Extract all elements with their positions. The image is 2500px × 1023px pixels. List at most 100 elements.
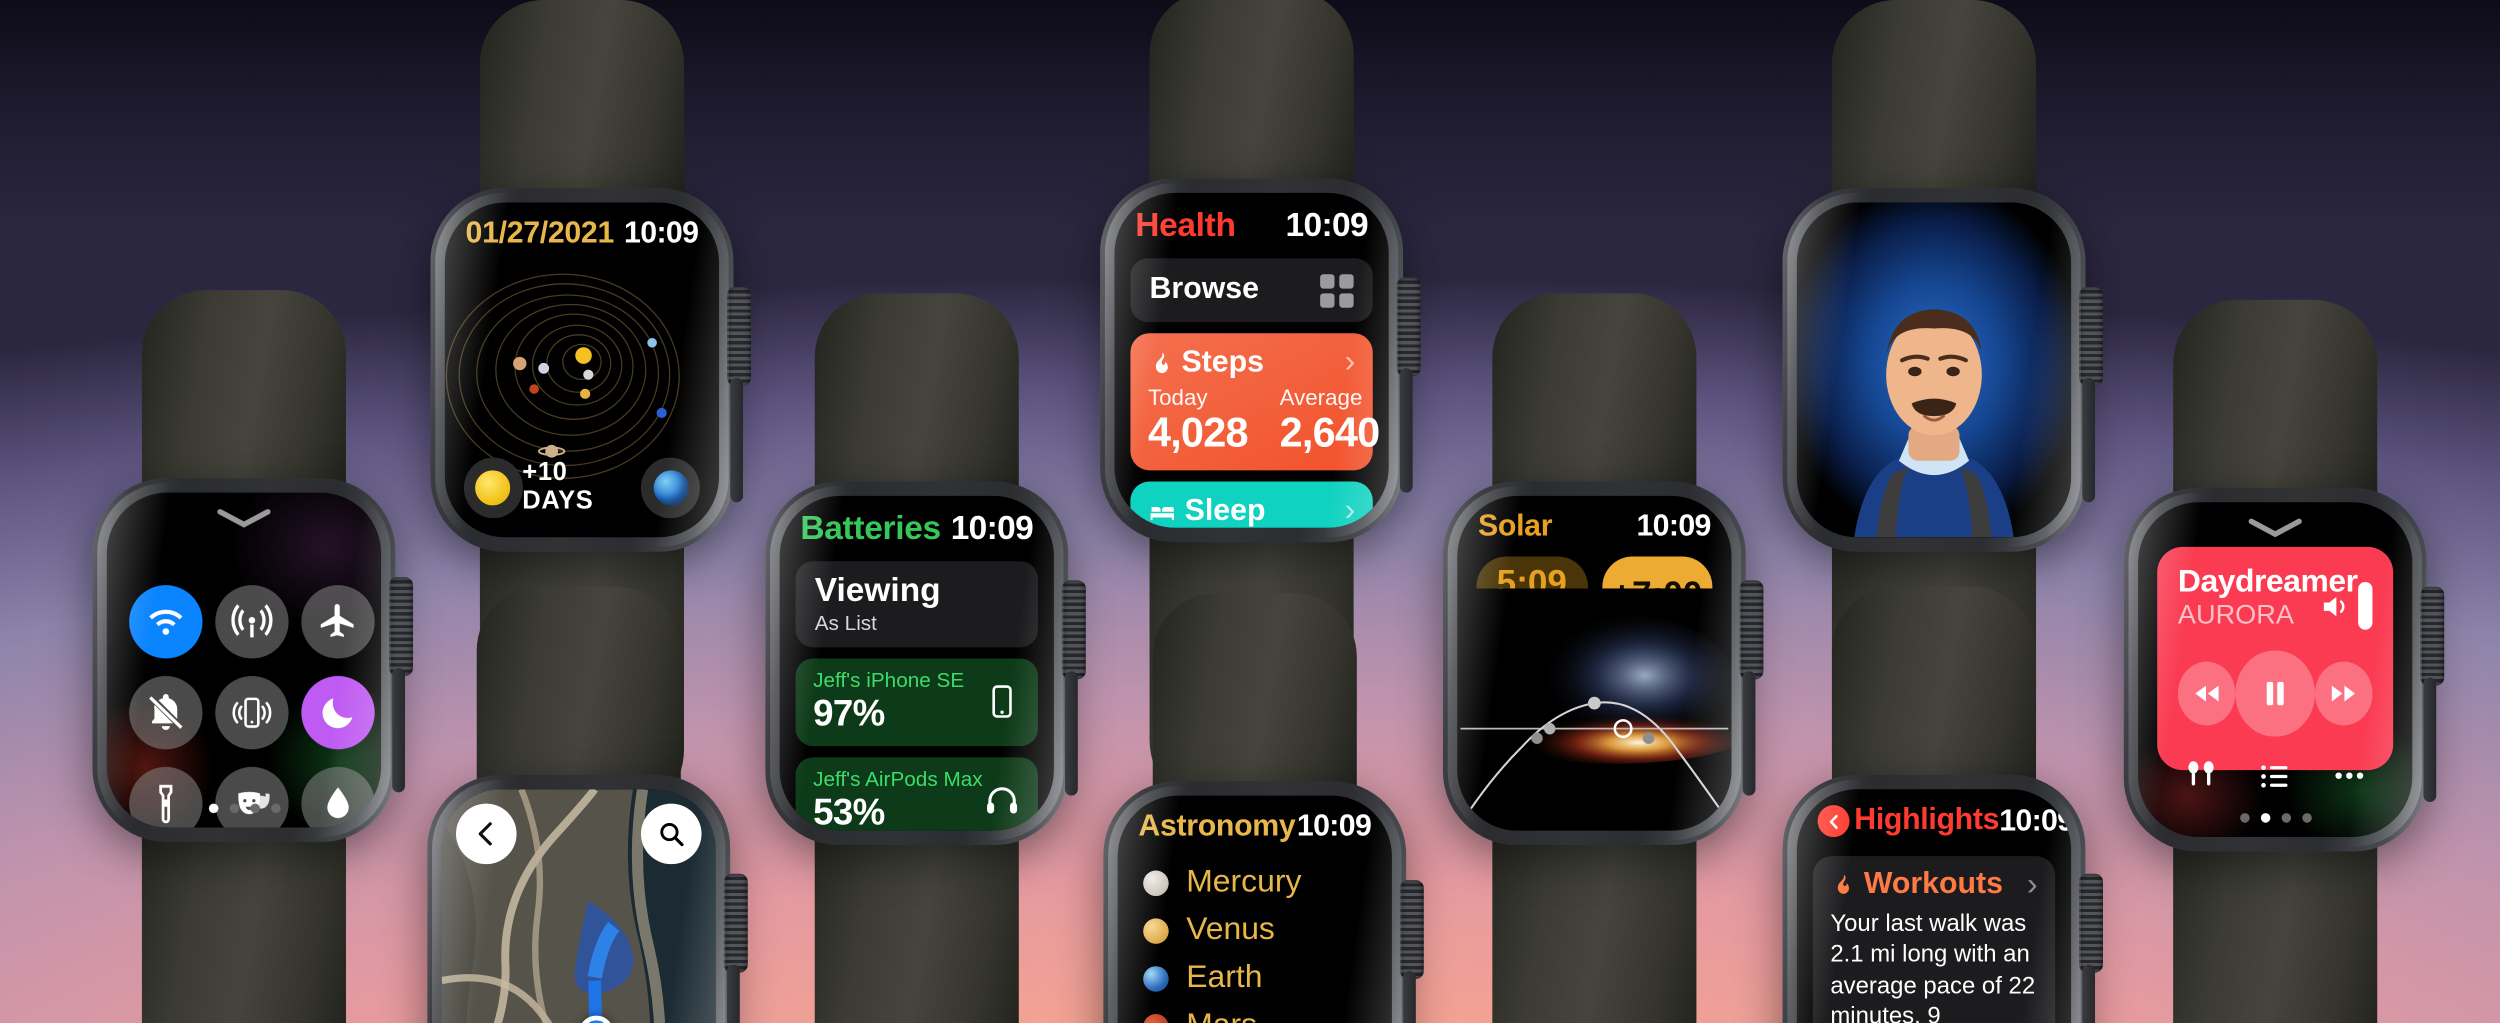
side-button[interactable] [2423,676,2437,802]
watch-ted-lasso: 10:09 “Smells like potential” [1782,0,2103,823]
back-button[interactable] [1817,805,1850,838]
side-button[interactable] [1403,970,1416,1023]
flame-icon [1837,874,1849,894]
search-icon [660,822,684,847]
silent-mode-toggle[interactable] [129,676,203,750]
wifi-icon [149,609,183,635]
clock: 10:09 [624,216,699,251]
fastforward-icon [2331,685,2355,702]
watch-case: Solar 10:09 5:09 PM +7:00 [1442,481,1764,846]
digital-crown[interactable] [2079,286,2103,386]
browse-row[interactable]: Browse [1130,258,1373,323]
pause-icon [2266,681,2284,706]
side-button[interactable] [392,667,405,792]
metric-label: Today [1147,384,1208,410]
next-button[interactable] [2314,661,2373,726]
earth-icon [653,470,689,506]
solar-system-controls: +10 DAYS [445,457,719,519]
status-row: 01/27/2021 10:09 [445,202,719,256]
map-search-button[interactable] [640,803,702,865]
cellular-toggle[interactable] [215,585,289,659]
watch-screen-solar-system: 01/27/2021 10:09 +10 DAYS [444,202,720,538]
side-button[interactable] [727,963,740,1023]
side-button[interactable] [1065,670,1078,795]
side-button[interactable] [1399,367,1413,492]
health-card-steps[interactable]: Steps › Today 4,028 Average 2,640 [1130,333,1380,471]
side-button[interactable] [730,377,743,502]
previous-button[interactable] [2177,661,2237,726]
sun-button[interactable] [463,457,523,519]
rewind-icon [2195,685,2219,702]
list-icon [2261,764,2288,787]
health-card-sleep[interactable]: Sleep › AVG in bed AVG asleep [1130,481,1373,528]
watch-highlights: Highlights 10:09 Workouts › Your last wa… [1782,586,2103,1023]
volume-control[interactable] [2318,581,2373,630]
digital-crown[interactable] [1739,579,1764,679]
clock: 10:09 [1999,804,2072,838]
clock: 10:09 [1285,207,1369,244]
digital-crown[interactable] [2079,873,2103,972]
battery-row[interactable]: Jeff's iPhone SE 97% [795,658,1038,747]
watch-case: Batteries 10:09 Viewing As List Jeff's i… [765,481,1086,846]
watch-maps [427,586,748,1023]
list-item[interactable]: Mars [1143,1008,1392,1023]
ping-iphone-toggle[interactable] [215,676,289,750]
list-item[interactable]: Earth [1143,960,1392,997]
digital-crown[interactable] [727,286,751,386]
chevron-down-icon[interactable] [2248,517,2302,538]
metric-label: Average [1279,384,1363,410]
status-row: Batteries 10:09 [780,496,1054,553]
secondary-controls [2178,757,2373,794]
wifi-toggle[interactable] [129,585,203,659]
watch-case [92,478,413,842]
chevron-down-icon[interactable] [217,507,271,528]
pause-button[interactable] [2236,650,2315,737]
chevron-right-icon: › [1344,492,1356,528]
planet-name: Mars [1186,1008,1257,1023]
list-item[interactable]: Mercury [1143,864,1392,901]
digital-crown[interactable] [2420,586,2445,685]
grid-icon [1320,273,1354,307]
digital-crown[interactable] [1396,276,1421,376]
card-header: Steps › [1148,344,1355,381]
speaker-wave-icon [2323,596,2345,616]
flashlight-toggle[interactable] [129,766,203,828]
watch-screen-highlights: Highlights 10:09 Workouts › Your last wa… [1796,789,2072,1023]
earth-button[interactable] [641,457,700,519]
battery-row[interactable]: Jeff's AirPods Max 53% [795,757,1038,831]
card-header: Sleep › [1148,493,1355,528]
watch-case [427,774,748,1023]
list-item[interactable]: Venus [1143,912,1392,949]
watch-case: Health 10:09 Browse Steps › Today 4,028 [1100,178,1421,543]
watch-screen-astronomy: Astronomy 10:09 Mercury Venus Earth [1117,795,1392,1023]
clock: 10:09 [950,510,1034,547]
water-lock-toggle[interactable] [301,766,375,828]
status-row: Highlights 10:09 [1797,789,2071,844]
airplane-mode-toggle[interactable] [301,585,375,659]
app-title: Health [1135,207,1236,244]
venus-icon [1143,917,1169,944]
theater-mode-toggle[interactable] [215,766,289,828]
watch-case: Highlights 10:09 Workouts › Your last wa… [1782,774,2103,1023]
volume-level-bar [2358,581,2373,630]
cellular-icon [231,604,273,638]
app-title: Batteries [800,510,941,547]
card-body: Your last walk was 2.1 mi long with an a… [1830,909,2036,1023]
watch-case: 10:09 “Smells like potential” [1782,188,2103,552]
side-button[interactable] [1742,670,1756,795]
side-button[interactable] [2082,963,2096,1023]
map-back-button[interactable] [455,803,517,865]
digital-crown[interactable] [1399,879,1424,979]
do-not-disturb-toggle[interactable] [301,676,375,750]
highlights-title-group[interactable]: Highlights [1817,804,2000,839]
ellipsis-icon [2335,772,2364,779]
airplane-icon [320,604,354,638]
app-title: Astronomy [1138,809,1296,844]
digital-crown[interactable] [723,873,748,972]
highlight-card-workouts[interactable]: Workouts › Your last walk was 2.1 mi lon… [1812,855,2056,1023]
viewing-card[interactable]: Viewing As List [795,561,1038,648]
watch-astronomy: Astronomy 10:09 Mercury Venus Earth [1103,593,1424,1023]
digital-crown[interactable] [1061,579,1086,679]
side-button[interactable] [2082,377,2096,502]
digital-crown[interactable] [389,576,413,676]
